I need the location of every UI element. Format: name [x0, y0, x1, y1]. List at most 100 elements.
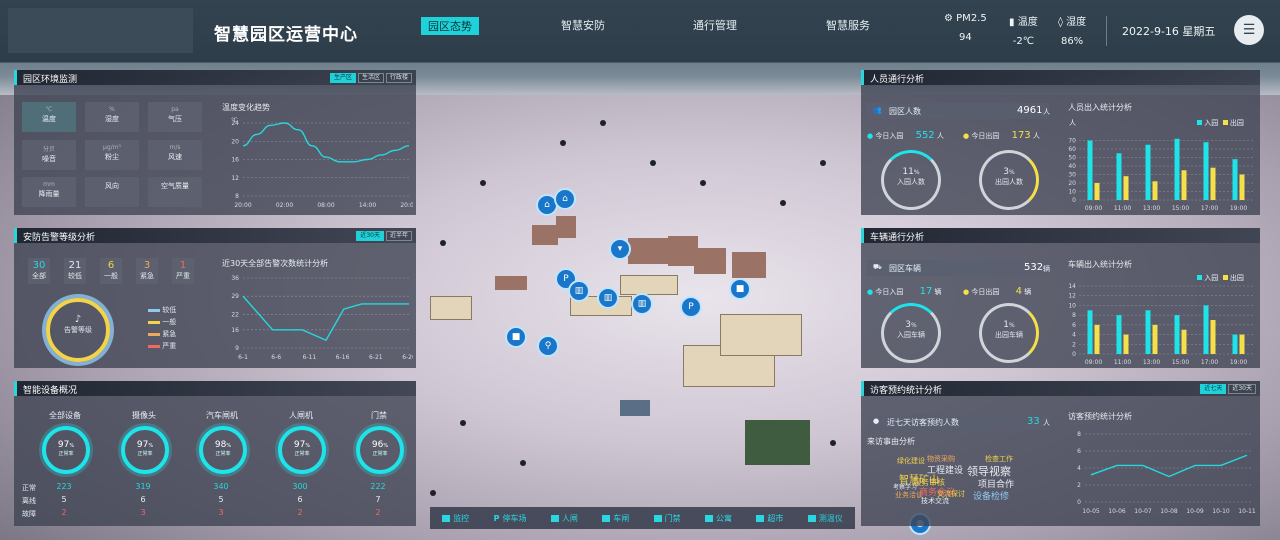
y-tick-label: 12 — [231, 175, 239, 182]
bar-in — [1145, 144, 1151, 200]
page-title: 智慧园区运营中心 — [214, 25, 358, 45]
tag-30-days[interactable]: 近30天 — [1228, 384, 1256, 394]
layer-person-gate[interactable]: 人闸 — [550, 513, 578, 524]
alarm-count-all[interactable]: 30 全部 — [28, 258, 50, 284]
x-tick-label: 20:00 — [400, 202, 413, 209]
word-cloud-term: 设备检修 — [973, 492, 1010, 502]
legend-in-swatch — [1197, 120, 1202, 125]
ring-label: 入园车辆 — [897, 331, 925, 339]
layer-apartment[interactable]: 公寓 — [705, 513, 732, 524]
metric-wind-speed[interactable]: m/s 风速 — [148, 140, 202, 170]
x-tick-label: 15:00 — [1172, 205, 1189, 212]
people-panel: 人员通行分析 👥 园区人数 4961 人 ● 今日入园 552 人 ● 今日出园… — [861, 70, 1260, 215]
legend-out-swatch — [1222, 275, 1228, 280]
nav-tab-security[interactable]: 智慧安防 — [561, 17, 605, 33]
device-rate-ring[interactable]: 97% 正常率 — [121, 426, 169, 474]
y-tick-label: 8 — [235, 193, 239, 200]
tag-half-year[interactable]: 近半年 — [385, 231, 412, 241]
building[interactable] — [430, 296, 472, 320]
layer-car-gate[interactable]: 车闸 — [602, 513, 629, 524]
alarm-count-low[interactable]: 21 较低 — [64, 258, 86, 284]
building[interactable] — [720, 314, 802, 356]
alarm-line-chart: 9 16 22 29 36 6-1 6-6 6-11 6-16 6-21 6-26 — [231, 275, 413, 361]
building[interactable] — [732, 252, 766, 278]
layer-supermarket[interactable]: 超市 — [756, 513, 783, 524]
camera-pin-icon[interactable]: ■ — [729, 278, 751, 300]
settings-menu-button[interactable]: ☰ — [1234, 15, 1264, 45]
people-chart-title: 人员出入统计分析 — [1068, 103, 1132, 112]
metric-label: 空气质量 — [161, 182, 189, 190]
layer-thermometer[interactable]: 测温仪 — [807, 513, 843, 524]
building[interactable] — [495, 276, 527, 290]
building[interactable] — [628, 238, 670, 264]
gate-pin-icon[interactable]: ▥ — [568, 280, 590, 302]
gate-pin-icon[interactable]: ▥ — [631, 293, 653, 315]
y-tick-label: 9 — [235, 345, 239, 352]
device-rate-ring[interactable]: 96% 正常率 — [356, 426, 404, 474]
unit: 人 — [1032, 132, 1040, 140]
device-rate-value: 97 — [136, 440, 149, 450]
people-count: 4961 — [1017, 105, 1043, 116]
metric-dust[interactable]: μg/m³ 粉尘 — [85, 140, 139, 170]
apartment-pin-icon[interactable]: ⌂ — [554, 188, 576, 210]
x-tick-label: 09:00 — [1085, 205, 1102, 212]
tree — [520, 460, 526, 466]
nav-tab-overview[interactable]: 园区态势 — [421, 17, 479, 35]
device-normal-count: 319 — [135, 482, 151, 491]
building[interactable] — [556, 216, 576, 238]
x-tick-label: 10-06 — [1108, 508, 1126, 515]
layer-access[interactable]: 门禁 — [653, 513, 681, 524]
tag-7-days[interactable]: 近七天 — [1200, 384, 1227, 394]
tag-living-area[interactable]: 生活区 — [357, 73, 384, 83]
device-rate-value: 98 — [214, 440, 227, 450]
nav-tab-access[interactable]: 通行管理 — [693, 17, 737, 33]
x-tick-label: 13:00 — [1143, 359, 1160, 366]
bar-out — [1181, 170, 1187, 200]
device-offline-count: 6 — [140, 495, 146, 504]
metric-air-quality[interactable]: 空气质量 — [148, 177, 202, 207]
x-tick-label: 6-11 — [303, 354, 317, 361]
nav-tab-services[interactable]: 智慧服务 — [826, 17, 870, 33]
device-fault-count: 2 — [61, 508, 67, 517]
layer-monitor[interactable]: 监控 — [442, 513, 469, 524]
bar-in — [1116, 315, 1122, 354]
device-rate-ring[interactable]: 97% 正常率 — [42, 426, 90, 474]
metric-pressure[interactable]: pa 气压 — [148, 102, 202, 132]
metric-temperature[interactable]: ℃ 温度 — [22, 102, 76, 132]
people-icon: 👥 — [873, 106, 882, 114]
building[interactable] — [532, 225, 558, 245]
rate-label: 正常率 — [137, 451, 153, 457]
percent-sign: % — [226, 443, 232, 449]
count-label: 全部 — [32, 272, 46, 280]
camera-pin-icon[interactable]: ■ — [505, 326, 527, 348]
percent-sign: % — [1009, 169, 1015, 176]
building[interactable] — [694, 248, 726, 274]
device-offline-count: 5 — [61, 495, 67, 504]
people-bar-chart: 010 2030 4050 6070 09:00 11:00 13:00 15:00 17:00… — [1068, 138, 1253, 212]
building[interactable] — [620, 275, 678, 295]
tag-30-days[interactable]: 近30天 — [356, 231, 384, 241]
count-label: 较低 — [68, 272, 82, 280]
humidity-icon: ◊ — [1058, 17, 1063, 28]
metric-wind-direction[interactable]: 风向 — [85, 177, 139, 207]
device-rate-ring[interactable]: 97% 正常率 — [278, 426, 326, 474]
device-rate-ring[interactable]: 98% 正常率 — [199, 426, 247, 474]
metric-rainfall[interactable]: mm 降雨量 — [22, 177, 76, 207]
alarm-count-normal[interactable]: 6 一般 — [100, 258, 122, 284]
parking-pin-icon[interactable]: P — [680, 296, 702, 318]
tag-admin-building[interactable]: 行政楼 — [385, 73, 412, 83]
person-gate-pin-icon[interactable]: ⚲ — [537, 335, 559, 357]
alarm-count-urgent[interactable]: 3 紧急 — [136, 258, 158, 284]
layer-parking[interactable]: P 停车场 — [494, 513, 527, 524]
tag-production-area[interactable]: 生产区 — [329, 73, 356, 83]
door-icon — [653, 514, 662, 522]
metric-noise[interactable]: 分贝 噪音 — [22, 140, 76, 170]
alarm-count-severe[interactable]: 1 严重 — [172, 258, 194, 284]
count-value: 30 — [32, 260, 46, 271]
gate-pin-icon[interactable]: ▥ — [597, 287, 619, 309]
supermarket-pin-icon[interactable]: ▾ — [609, 238, 631, 260]
camera-icon — [442, 514, 451, 522]
devices-panel: 智能设备概况 全部设备 97% 正常率 223 5 2 摄像头 97% 正常率 … — [14, 381, 416, 526]
device-fault-count: 3 — [218, 508, 224, 517]
metric-humidity[interactable]: % 湿度 — [85, 102, 139, 132]
